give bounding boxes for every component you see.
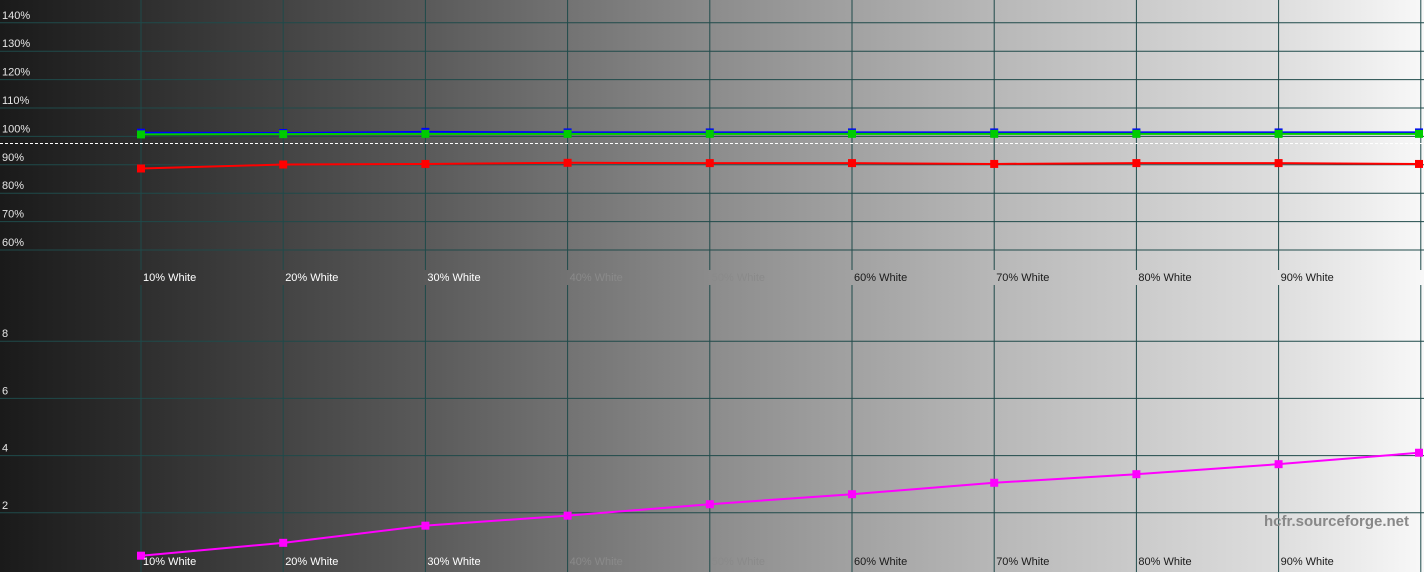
rgb-balance-x-tick-label: 80% White (1138, 272, 1191, 284)
delta-e-data-point (421, 521, 430, 530)
delta-e-x-tick-label: 90% White (1281, 556, 1334, 568)
rgb-balance-data-point (563, 158, 572, 167)
delta-e-x-tick-label: 30% White (427, 556, 480, 568)
chart-background (0, 0, 1424, 572)
delta-e-x-tick-label: 10% White (143, 556, 196, 568)
rgb-balance-data-point (1415, 159, 1423, 168)
rgb-balance-y-tick-label: 110% (2, 95, 30, 107)
delta-e-data-point (1274, 460, 1283, 469)
rgb-balance-data-point (1274, 129, 1283, 138)
delta-e-data-point (563, 511, 572, 520)
rgb-balance-data-point (1274, 159, 1283, 168)
rgb-balance-x-tick-label: 90% White (1281, 272, 1334, 284)
rgb-balance-data-point (421, 159, 430, 168)
delta-e-x-tick-label: 80% White (1138, 556, 1191, 568)
rgb-balance-y-tick-label: 130% (2, 38, 30, 50)
rgb-balance-y-tick-label: 80% (2, 180, 24, 192)
rgb-balance-x-tick-label: 50% White (712, 272, 765, 284)
rgb-balance-y-tick-label: 60% (2, 237, 24, 249)
rgb-balance-data-point (137, 164, 145, 173)
rgb-balance-y-tick-label: 140% (2, 10, 30, 22)
rgb-balance-data-point (1415, 129, 1423, 138)
rgb-balance-x-tick-label: 30% White (427, 272, 480, 284)
rgb-balance-data-point (137, 130, 145, 139)
delta-e-data-point (990, 478, 999, 487)
delta-e-y-tick-label: 2 (2, 500, 8, 512)
rgb-balance-data-point (705, 159, 714, 168)
rgb-balance-data-point (421, 129, 430, 138)
rgb-balance-data-point (1132, 159, 1141, 168)
rgb-balance-x-tick-label: 70% White (996, 272, 1049, 284)
rgb-balance-y-tick-label: 90% (2, 152, 24, 164)
rgb-balance-data-point (990, 159, 999, 168)
rgb-balance-data-point (848, 159, 856, 168)
rgb-balance-series-line-0 (140, 130, 1419, 134)
delta-e-data-point (848, 490, 856, 499)
rgb-balance-x-tick-label: 20% White (285, 272, 338, 284)
rgb-balance-data-point (848, 129, 856, 138)
rgb-balance-series-line-1 (140, 132, 1419, 136)
delta-e-x-tick-label: 70% White (996, 556, 1049, 568)
rgb-balance-y-tick-label: 100% (2, 123, 30, 135)
rgb-balance-data-point (279, 130, 288, 139)
delta-e-x-tick-label: 40% White (570, 556, 623, 568)
grayscale-chart: 140% 130% 120% 110% 100% 90% 80% 70% 60% 10% Whit… (0, 0, 1424, 572)
rgb-balance-y-tick-label: 120% (2, 67, 30, 79)
rgb-balance-x-tick-label: 10% White (143, 272, 196, 284)
delta-e-x-tick-label: 20% White (285, 556, 338, 568)
rgb-balance-data-point (1132, 129, 1141, 138)
delta-e-data-point (1415, 448, 1423, 457)
delta-e-y-tick-label: 4 (2, 443, 8, 455)
delta-e-x-tick-label: 50% White (712, 556, 765, 568)
rgb-balance-data-point (563, 129, 572, 138)
rgb-balance-x-tick-label: 60% White (854, 272, 907, 284)
rgb-balance-y-tick-label: 70% (2, 209, 24, 221)
delta-e-x-tick-label: 60% White (854, 556, 907, 568)
watermark: hcfr.sourceforge.net (1264, 513, 1409, 530)
delta-e-y-tick-label: 6 (2, 385, 8, 397)
rgb-balance-data-point (705, 129, 714, 138)
rgb-balance-x-tick-label: 40% White (570, 272, 623, 284)
rgb-balance-data-point (990, 129, 999, 138)
delta-e-data-point (1132, 470, 1141, 479)
rgb-balance-data-point (279, 160, 288, 169)
delta-e-data-point (705, 500, 714, 509)
delta-e-y-tick-label: 8 (2, 328, 8, 340)
delta-e-data-point (279, 538, 288, 547)
